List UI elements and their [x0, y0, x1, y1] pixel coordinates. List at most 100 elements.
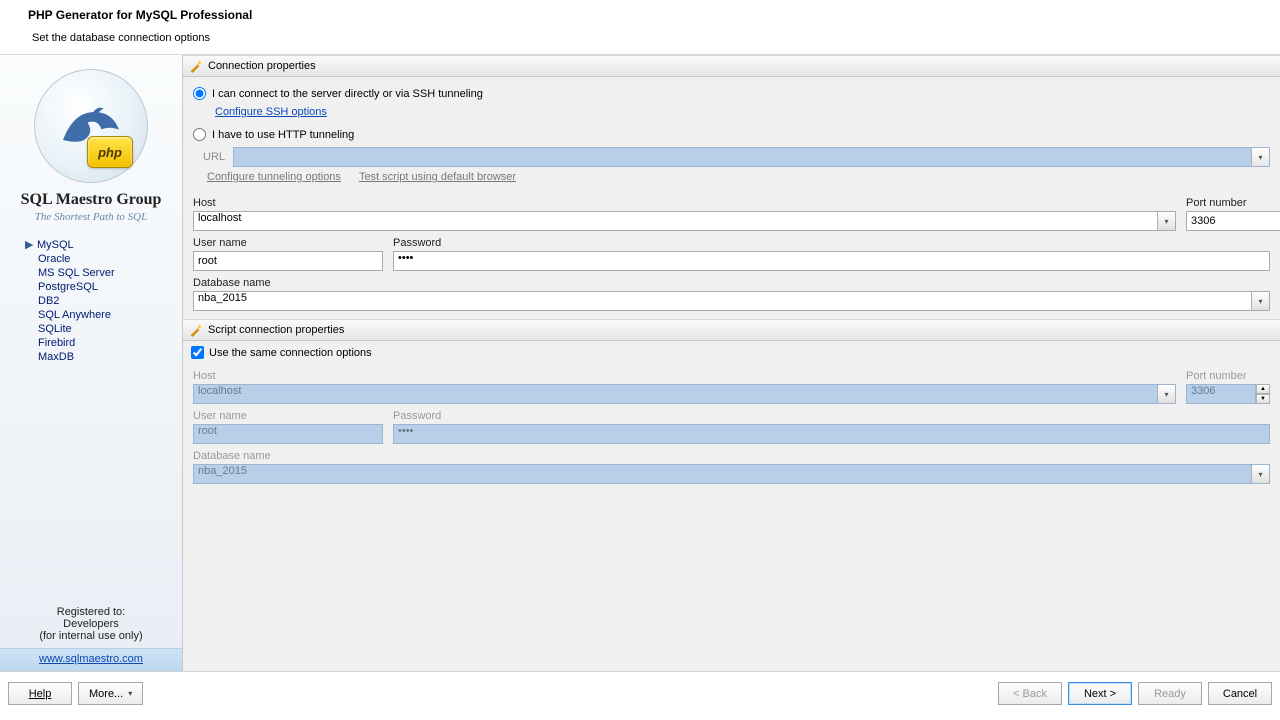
- nav-label: MaxDB: [38, 351, 74, 363]
- app-title: PHP Generator for MySQL Professional: [0, 0, 1280, 26]
- site-link[interactable]: www.sqlmaestro.com: [39, 653, 143, 665]
- button-label: Next >: [1084, 688, 1116, 700]
- button-label: More...: [89, 688, 123, 700]
- label-script-database: Database name: [193, 450, 1270, 462]
- radio-http[interactable]: I have to use HTTP tunneling: [193, 126, 1270, 143]
- script-database-combo: nba_2015 ▾: [193, 464, 1270, 484]
- brand-tagline: The Shortest Path to SQL: [0, 211, 182, 223]
- product-nav: ▶MySQL Oracle MS SQL Server PostgreSQL D…: [0, 237, 182, 364]
- footer-bar: Help More... < Back Next > Ready Cancel: [0, 671, 1280, 715]
- spin-up-icon: ▲: [1256, 384, 1270, 394]
- radio-label: I have to use HTTP tunneling: [212, 129, 354, 141]
- link-configure-ssh[interactable]: Configure SSH options: [215, 106, 327, 118]
- chevron-down-icon: ▾: [1251, 465, 1269, 483]
- script-password-dots: ••••: [398, 425, 413, 437]
- more-button[interactable]: More...: [78, 682, 143, 705]
- help-button[interactable]: Help: [8, 682, 72, 705]
- section-title: Script connection properties: [208, 324, 344, 336]
- password-dots: ••••: [398, 252, 413, 264]
- label-user: User name: [193, 237, 383, 249]
- label-script-host: Host: [193, 370, 1176, 382]
- nav-label: DB2: [38, 295, 59, 307]
- radio-direct[interactable]: I can connect to the server directly or …: [193, 85, 1270, 102]
- label-database: Database name: [193, 277, 1270, 289]
- chevron-down-icon[interactable]: ▾: [1251, 292, 1269, 310]
- nav-label: MS SQL Server: [38, 267, 115, 279]
- reg-line: Registered to:: [4, 606, 178, 618]
- radio-direct-input[interactable]: [193, 87, 206, 100]
- button-label: Ready: [1154, 688, 1186, 700]
- label-host: Host: [193, 197, 1176, 209]
- chevron-down-icon: ▾: [1251, 148, 1269, 166]
- nav-item-maxdb[interactable]: MaxDB: [38, 350, 182, 364]
- database-combo[interactable]: nba_2015 ▾: [193, 291, 1270, 311]
- nav-label: Oracle: [38, 253, 70, 265]
- content-pane: Connection properties I can connect to t…: [183, 55, 1280, 671]
- label-script-user: User name: [193, 410, 383, 422]
- label-password: Password: [393, 237, 1270, 249]
- radio-http-input[interactable]: [193, 128, 206, 141]
- script-port-input: 3306: [1186, 384, 1256, 404]
- password-input[interactable]: ••••: [393, 251, 1270, 271]
- nav-item-sqlite[interactable]: SQLite: [38, 322, 182, 336]
- section-title: Connection properties: [208, 60, 316, 72]
- label-port: Port number: [1186, 197, 1270, 209]
- nav-item-postgres[interactable]: PostgreSQL: [38, 280, 182, 294]
- script-host-combo: localhost ▾: [193, 384, 1176, 404]
- button-label: Help: [29, 688, 52, 700]
- script-user-input: root: [193, 424, 383, 444]
- user-input[interactable]: [193, 251, 383, 271]
- url-label: URL: [203, 151, 225, 163]
- button-label: Cancel: [1223, 688, 1257, 700]
- registration-info: Registered to: Developers (for internal …: [0, 606, 182, 648]
- page-subtitle: Set the database connection options: [0, 26, 1280, 54]
- wand-icon: [189, 323, 203, 337]
- script-port-value: 3306: [1191, 385, 1215, 397]
- nav-item-db2[interactable]: DB2: [38, 294, 182, 308]
- php-badge: php: [87, 136, 133, 168]
- nav-arrow-icon: ▶: [25, 238, 37, 251]
- next-button[interactable]: Next >: [1068, 682, 1132, 705]
- nav-label: PostgreSQL: [38, 281, 98, 293]
- host-value: localhost: [198, 212, 241, 224]
- sidebar: php SQL Maestro Group The Shortest Path …: [0, 55, 183, 671]
- nav-label: SQL Anywhere: [38, 309, 111, 321]
- port-input[interactable]: [1186, 211, 1280, 231]
- script-database-value: nba_2015: [198, 465, 247, 477]
- button-label: < Back: [1013, 688, 1047, 700]
- link-test-script[interactable]: Test script using default browser: [359, 171, 516, 183]
- reg-line: (for internal use only): [4, 630, 178, 642]
- reg-line: Developers: [4, 618, 178, 630]
- site-link-bar: www.sqlmaestro.com: [0, 648, 182, 671]
- chevron-down-icon[interactable]: ▾: [1157, 212, 1175, 230]
- checkbox-same-connection[interactable]: Use the same connection options: [183, 341, 1280, 364]
- chevron-down-icon: ▾: [1157, 385, 1175, 403]
- back-button[interactable]: < Back: [998, 682, 1062, 705]
- nav-label: SQLite: [38, 323, 72, 335]
- cancel-button[interactable]: Cancel: [1208, 682, 1272, 705]
- script-password-input: ••••: [393, 424, 1270, 444]
- label-script-port: Port number: [1186, 370, 1270, 382]
- ready-button[interactable]: Ready: [1138, 682, 1202, 705]
- nav-label: Firebird: [38, 337, 75, 349]
- section-connection-properties: Connection properties: [183, 55, 1280, 77]
- nav-item-oracle[interactable]: Oracle: [38, 252, 182, 266]
- brand-logo: php: [0, 55, 182, 185]
- nav-item-firebird[interactable]: Firebird: [38, 336, 182, 350]
- label-script-password: Password: [393, 410, 1270, 422]
- database-value: nba_2015: [198, 292, 247, 304]
- brand-name: SQL Maestro Group: [0, 191, 182, 209]
- section-script-connection: Script connection properties: [183, 319, 1280, 341]
- script-host-value: localhost: [198, 385, 241, 397]
- host-combo[interactable]: localhost ▾: [193, 211, 1176, 231]
- nav-label: MySQL: [37, 239, 74, 251]
- nav-item-mssql[interactable]: MS SQL Server: [38, 266, 182, 280]
- link-configure-tunneling[interactable]: Configure tunneling options: [207, 171, 341, 183]
- nav-item-sqlanywhere[interactable]: SQL Anywhere: [38, 308, 182, 322]
- nav-item-mysql[interactable]: ▶MySQL: [38, 237, 182, 252]
- spin-down-icon: ▼: [1256, 394, 1270, 404]
- script-user-value: root: [198, 425, 217, 437]
- checkbox-same-input[interactable]: [191, 346, 204, 359]
- checkbox-label: Use the same connection options: [209, 347, 372, 359]
- url-input: ▾: [233, 147, 1270, 167]
